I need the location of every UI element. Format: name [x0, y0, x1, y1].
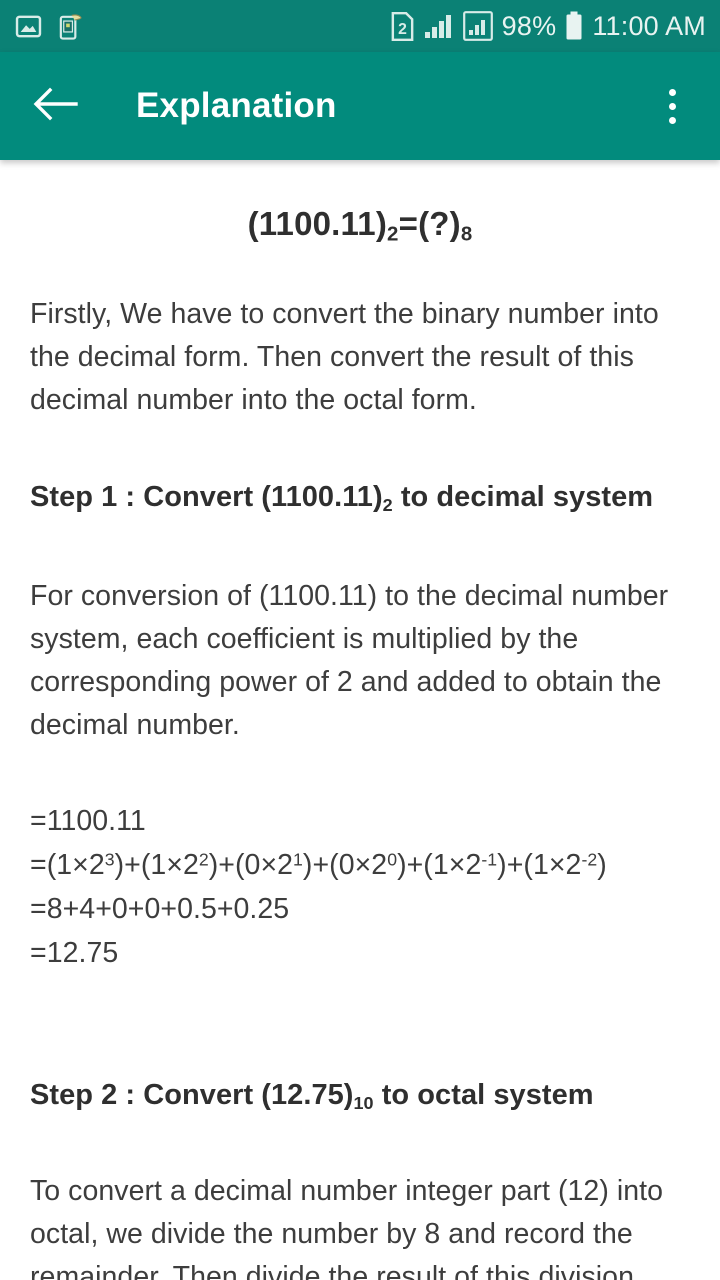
status-bar: 2 98% 11:00 AM	[0, 0, 720, 52]
calc-2-s2: 2	[198, 849, 209, 870]
formula-equals-unknown: =(?)	[398, 205, 461, 242]
calc-line-4: =12.75	[30, 937, 119, 969]
calc-2-e2: )+(1×2	[114, 849, 199, 881]
step-1-heading-subscript: 2	[382, 495, 393, 516]
step-2-paragraph: To convert a decimal number integer part…	[30, 1175, 663, 1280]
calc-line-1: =1100.11	[30, 805, 146, 837]
calc-line-2: =(1×23)+(1×22)+(0×21)+(0×20)+(1×2-1)+(1×…	[30, 843, 690, 887]
step-2-heading-after: to octal system	[373, 1079, 594, 1111]
explanation-content[interactable]: (1100.11)2=(?)8 Firstly, We have to conv…	[0, 160, 720, 1280]
intro-paragraph: Firstly, We have to convert the binary n…	[30, 298, 659, 416]
calc-2-e1: =(1×2	[30, 849, 105, 881]
image-saved-icon	[14, 12, 43, 41]
status-bar-left-icons	[14, 12, 85, 41]
battery-percent-label: 98%	[501, 10, 557, 41]
calc-2-s5: -1	[481, 849, 498, 870]
formula-base-from: 2	[387, 222, 399, 246]
question-formula: (1100.11)2=(?)8	[30, 205, 690, 246]
back-button[interactable]	[26, 77, 84, 135]
step-1-heading: Step 1 : Convert (1100.11)2 to decimal s…	[30, 477, 690, 517]
step-2-heading-before: Step 2 : Convert (12.75)	[30, 1079, 354, 1111]
calc-2-s1: 3	[104, 849, 115, 870]
signal-bars-boxed-icon	[462, 11, 493, 41]
step-1-heading-before: Step 1 : Convert (1100.11)	[30, 481, 383, 513]
calc-2-s4: 0	[387, 849, 398, 870]
more-vert-icon-dot	[668, 88, 676, 96]
calc-line-3: =8+4+0+0+0.5+0.25	[30, 893, 290, 925]
step-1-paragraph: For conversion of (1100.11) to the decim…	[30, 580, 669, 741]
status-bar-right-indicators: 2 98% 11:00 AM	[390, 11, 706, 41]
step-2-heading: Step 2 : Convert (12.75)10 to octal syst…	[30, 1075, 690, 1115]
page-title: Explanation	[136, 86, 337, 125]
signal-bars-icon	[424, 13, 454, 39]
overflow-menu-button[interactable]	[646, 75, 698, 137]
step-1-calculation: =1100.11 =(1×23)+(1×22)+(0×21)+(0×20)+(1…	[30, 799, 690, 975]
app-screen: 2 98% 11:00 AM Explanation (1100.11)2=(?…	[0, 0, 720, 1280]
svg-text:2: 2	[398, 20, 407, 37]
formula-base-to: 8	[460, 222, 473, 246]
formula-binary-value: (1100.11)	[247, 205, 388, 242]
sim-2-badge-icon: 2	[390, 11, 415, 41]
clock-label: 11:00 AM	[592, 10, 706, 41]
battery-full-icon	[565, 11, 583, 41]
more-vert-icon-dot	[668, 116, 676, 124]
calc-2-e3: )+(0×2	[208, 849, 294, 881]
step-1-heading-after: to decimal system	[392, 481, 654, 513]
arrow-back-icon	[32, 85, 78, 128]
phone-hand-icon	[56, 12, 85, 41]
calc-2-e5: )+(1×2	[397, 849, 482, 881]
calc-2-s3: 1	[293, 849, 303, 870]
more-vert-icon-dot	[668, 102, 676, 110]
calc-2-e6: )+(1×2	[497, 849, 582, 881]
step-2-heading-subscript: 10	[353, 1093, 374, 1114]
app-bar: Explanation	[0, 52, 720, 160]
calc-2-s6: -2	[581, 849, 598, 870]
calc-2-e7: )	[597, 849, 607, 881]
calc-2-e4: )+(0×2	[302, 849, 388, 881]
